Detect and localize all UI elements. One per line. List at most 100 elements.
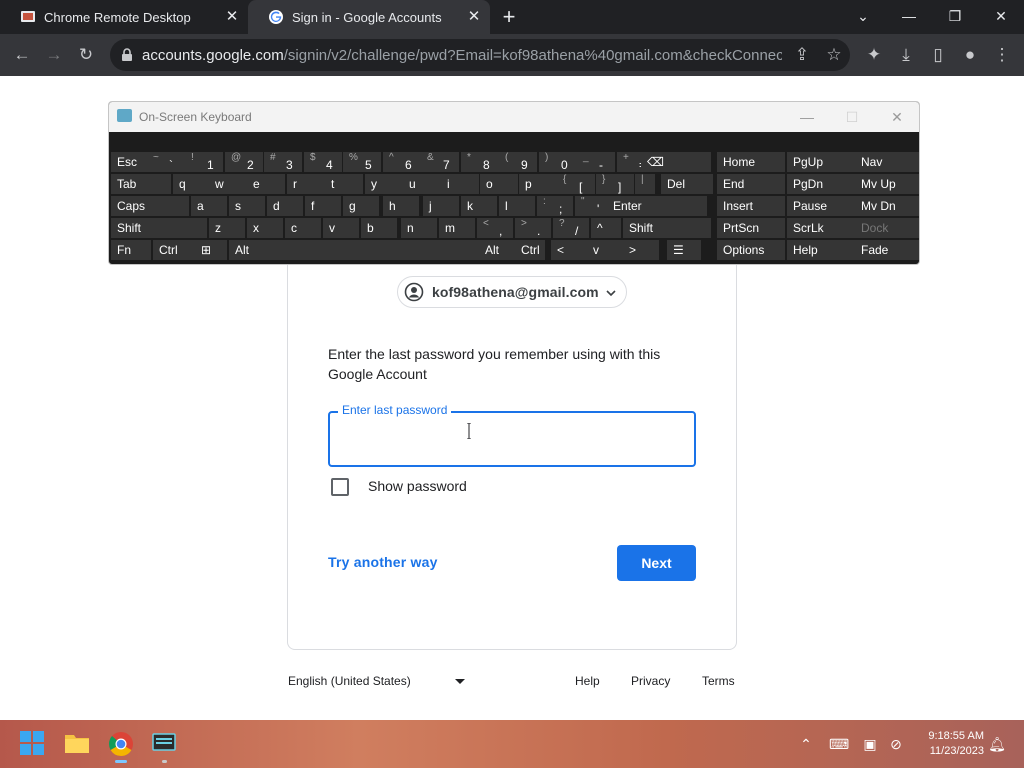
osk-key[interactable]: g (343, 196, 379, 216)
help-link[interactable]: Help (575, 674, 600, 688)
osk-key[interactable]: t (325, 174, 363, 194)
osk-key[interactable]: ! 1 (185, 152, 223, 172)
osk-key[interactable]: q (173, 174, 211, 194)
osk-key[interactable]: h (383, 196, 419, 216)
osk-key[interactable]: w (209, 174, 247, 194)
osk-key[interactable]: Fn (111, 240, 151, 260)
osk-key[interactable]: Alt (229, 240, 263, 260)
close-window-icon[interactable]: ✕ (989, 6, 1013, 26)
osk-key[interactable]: f (305, 196, 341, 216)
osk-key[interactable]: x (247, 218, 283, 238)
windows-start-icon[interactable] (19, 730, 47, 758)
osk-key[interactable]: e (247, 174, 285, 194)
osk-key[interactable]: Enter (607, 196, 707, 216)
language-select[interactable]: English (United States) (288, 674, 411, 688)
osk-key[interactable]: Ctrl (515, 240, 545, 260)
osk-key[interactable]: ^ (591, 218, 621, 238)
osk-key[interactable]: Options (717, 240, 785, 260)
osk-key[interactable]: Ctrl (153, 240, 201, 260)
osk-key[interactable]: End (717, 174, 785, 194)
osk-key[interactable]: _ - (577, 152, 615, 172)
bookmark-star-icon[interactable]: ☆ (823, 44, 845, 66)
close-icon[interactable]: ✕ (466, 9, 482, 25)
new-tab-icon[interactable]: + (499, 6, 519, 28)
osk-key[interactable]: Fade (855, 240, 919, 260)
osk-key[interactable]: " ' (575, 196, 611, 216)
osk-key[interactable]: Pause (787, 196, 855, 216)
osk-key[interactable]: r (287, 174, 325, 194)
menu-icon[interactable]: ⋮ (991, 44, 1013, 66)
osk-title-bar[interactable]: On-Screen Keyboard — ☐ ✕ (109, 102, 919, 132)
osk-key[interactable]: Alt (479, 240, 519, 260)
osk-key[interactable]: (9 (499, 152, 537, 172)
minimize-icon[interactable]: — (897, 6, 921, 26)
share-icon[interactable]: ⇪ (791, 44, 813, 66)
maximize-icon[interactable]: ❐ (943, 6, 967, 26)
extensions-icon[interactable]: ✦ (863, 44, 885, 66)
osk-key[interactable] (263, 240, 483, 260)
osk-key[interactable]: k (461, 196, 497, 216)
password-field[interactable] (328, 411, 696, 467)
notification-bell-icon[interactable]: 🔔︎ (988, 736, 1006, 752)
show-password-label[interactable]: Show password (368, 478, 467, 494)
osk-key[interactable]: > (623, 240, 659, 260)
osk-key[interactable]: i (441, 174, 479, 194)
osk-key[interactable]: ☰ (667, 240, 701, 260)
osk-key[interactable]: ScrLk (787, 218, 855, 238)
osk-key[interactable]: Insert (717, 196, 785, 216)
osk-key[interactable]: {[ (557, 174, 595, 194)
osk-key[interactable]: ) 0 (539, 152, 577, 172)
dropdown-arrow-icon[interactable] (455, 679, 465, 684)
osk-key[interactable]: ? / (553, 218, 589, 238)
osk-key[interactable]: a (191, 196, 227, 216)
osk-key[interactable]: u (403, 174, 441, 194)
osk-key[interactable]: o (480, 174, 518, 194)
osk-key[interactable]: >. (515, 218, 551, 238)
osk-taskbar-icon[interactable] (151, 730, 179, 763)
osk-key[interactable]: % 5 (343, 152, 381, 172)
osk-key[interactable]: & 7 (421, 152, 459, 172)
chevron-up-icon[interactable]: ⌃ (797, 736, 815, 752)
osk-key[interactable]: @2 (225, 152, 263, 172)
osk-key[interactable]: m (439, 218, 475, 238)
osk-key[interactable]: ~ ` (147, 152, 185, 172)
osk-key[interactable]: PgUp (787, 152, 855, 172)
osk-key[interactable]: |\ (635, 174, 655, 194)
osk-key[interactable]: Caps (111, 196, 189, 216)
osk-key[interactable]: ⊞ (195, 240, 227, 260)
osk-key[interactable]: Shift (111, 218, 207, 238)
osk-key[interactable]: :; (537, 196, 573, 216)
osk-key[interactable]: PrtScn (717, 218, 785, 238)
osk-key[interactable]: j (423, 196, 459, 216)
osk-key[interactable]: d (267, 196, 303, 216)
taskbar-clock[interactable]: 9:18:55 AM 11/23/2023 (916, 729, 984, 759)
osk-key[interactable]: n (401, 218, 437, 238)
osk-key[interactable]: b (361, 218, 397, 238)
password-input[interactable] (340, 425, 680, 453)
minimize-icon[interactable]: — (797, 108, 817, 126)
osk-key[interactable]: ^ 6 (383, 152, 421, 172)
maximize-icon[interactable]: ☐ (842, 108, 862, 126)
osk-key[interactable]: * 8 (461, 152, 499, 172)
osk-key[interactable]: ⌫ (641, 152, 711, 172)
back-icon[interactable]: ← (11, 44, 33, 66)
osk-key[interactable]: Shift (623, 218, 711, 238)
try-another-way-link[interactable]: Try another way (328, 554, 438, 570)
osk-key[interactable]: $4 (304, 152, 342, 172)
close-icon[interactable]: ✕ (887, 108, 907, 126)
address-bar[interactable]: accounts.google.com/signin/v2/challenge/… (110, 39, 850, 71)
osk-key[interactable]: y (365, 174, 403, 194)
reload-icon[interactable]: ↻ (75, 44, 97, 66)
osk-key[interactable]: Del (661, 174, 713, 194)
tab-chrome-remote-desktop[interactable]: Chrome Remote Desktop ✕ (0, 0, 248, 34)
download-icon[interactable]: ⤓ (895, 44, 917, 66)
profile-icon[interactable]: ● (959, 44, 981, 66)
osk-key[interactable]: Dock (855, 218, 919, 238)
side-panel-icon[interactable]: ▯ (927, 44, 949, 66)
osk-key[interactable]: <, (477, 218, 513, 238)
account-chip[interactable]: kof98athena@gmail.com (397, 276, 627, 308)
show-password-checkbox[interactable] (331, 478, 349, 496)
osk-key[interactable]: Help (787, 240, 855, 260)
osk-key[interactable]: Esc (111, 152, 147, 172)
next-button[interactable]: Next (617, 545, 696, 581)
